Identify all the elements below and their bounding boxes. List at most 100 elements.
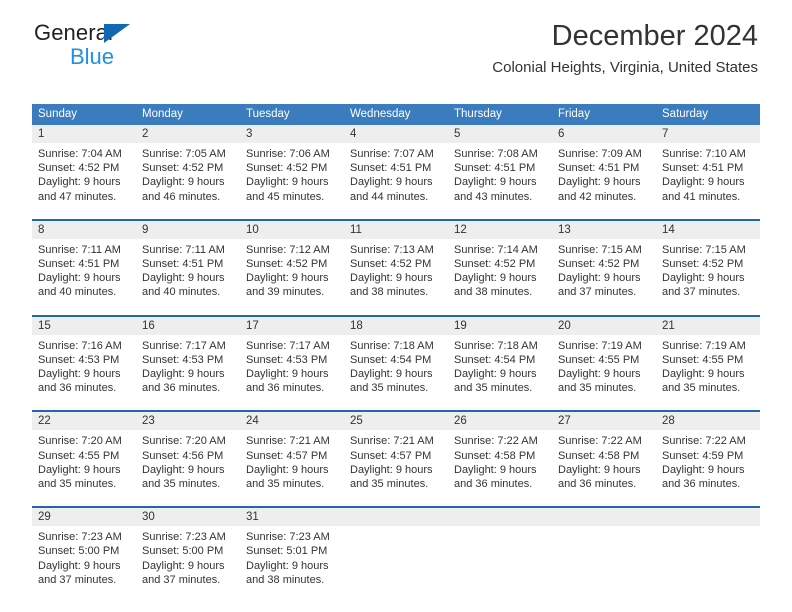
- day-detail-line: Sunset: 4:52 PM: [558, 258, 640, 271]
- day-number[interactable]: 8: [32, 221, 136, 239]
- week-daynumber-band: 22 23 24 25 26 27 28: [32, 412, 760, 431]
- calendar-week-row: 1 2 3 4 5 6 7 Sunrise: 7:04 AM Sunset: 4:52 PM Da…: [32, 125, 760, 210]
- day-cell[interactable]: Sunrise: 7:23 AM Sunset: 5:00 PM Daylight:…: [136, 526, 240, 593]
- day-detail-line: and 36 minutes.: [454, 478, 533, 491]
- day-number[interactable]: 16: [136, 317, 240, 335]
- day-cell[interactable]: Sunrise: 7:23 AM Sunset: 5:00 PM Daylight:…: [32, 526, 136, 593]
- day-number[interactable]: 23: [136, 412, 240, 430]
- day-cell-empty: [656, 526, 760, 593]
- day-cell[interactable]: Sunrise: 7:21 AM Sunset: 4:57 PM Daylight:…: [240, 430, 344, 497]
- day-cell[interactable]: Sunrise: 7:12 AM Sunset: 4:52 PM Daylight:…: [240, 239, 344, 306]
- day-detail-line: and 35 minutes.: [350, 478, 429, 491]
- day-cell[interactable]: Sunrise: 7:11 AM Sunset: 4:51 PM Daylight:…: [136, 239, 240, 306]
- day-detail-line: Daylight: 9 hours: [350, 463, 433, 476]
- day-cell[interactable]: Sunrise: 7:13 AM Sunset: 4:52 PM Daylight:…: [344, 239, 448, 306]
- day-number[interactable]: 22: [32, 412, 136, 430]
- day-detail-line: Sunrise: 7:10 AM: [662, 148, 746, 160]
- day-cell[interactable]: Sunrise: 7:09 AM Sunset: 4:51 PM Daylight:…: [552, 143, 656, 210]
- day-detail-line: and 40 minutes.: [142, 286, 221, 299]
- day-cell[interactable]: Sunrise: 7:19 AM Sunset: 4:55 PM Daylight:…: [552, 335, 656, 402]
- day-number[interactable]: 2: [136, 125, 240, 143]
- day-number[interactable]: 14: [656, 221, 760, 239]
- day-detail-line: Daylight: 9 hours: [246, 559, 329, 572]
- day-cell[interactable]: Sunrise: 7:05 AM Sunset: 4:52 PM Daylight:…: [136, 143, 240, 210]
- day-detail-line: Sunset: 4:57 PM: [246, 449, 328, 462]
- day-detail-line: Sunrise: 7:19 AM: [558, 339, 642, 352]
- day-detail-line: Daylight: 9 hours: [454, 176, 537, 189]
- day-detail-line: Daylight: 9 hours: [558, 368, 641, 381]
- day-detail-line: Sunset: 5:01 PM: [246, 545, 328, 558]
- day-number[interactable]: 7: [656, 125, 760, 143]
- day-cell[interactable]: Sunrise: 7:20 AM Sunset: 4:55 PM Daylight:…: [32, 430, 136, 497]
- day-cell[interactable]: Sunrise: 7:18 AM Sunset: 4:54 PM Daylight:…: [344, 335, 448, 402]
- brand-name-blue: Blue: [70, 44, 115, 69]
- day-cell[interactable]: Sunrise: 7:15 AM Sunset: 4:52 PM Daylight:…: [552, 239, 656, 306]
- day-cell[interactable]: Sunrise: 7:22 AM Sunset: 4:58 PM Daylight:…: [552, 430, 656, 497]
- day-number[interactable]: 4: [344, 125, 448, 143]
- day-detail-line: and 44 minutes.: [350, 190, 429, 203]
- day-cell[interactable]: Sunrise: 7:06 AM Sunset: 4:52 PM Daylight:…: [240, 143, 344, 210]
- day-number[interactable]: 30: [136, 508, 240, 526]
- day-detail-line: Daylight: 9 hours: [454, 272, 537, 285]
- day-number[interactable]: 25: [344, 412, 448, 430]
- day-number[interactable]: 18: [344, 317, 448, 335]
- day-cell[interactable]: Sunrise: 7:04 AM Sunset: 4:52 PM Daylight:…: [32, 143, 136, 210]
- day-cell[interactable]: Sunrise: 7:11 AM Sunset: 4:51 PM Daylight:…: [32, 239, 136, 306]
- day-number[interactable]: 10: [240, 221, 344, 239]
- day-number[interactable]: 13: [552, 221, 656, 239]
- day-cell[interactable]: Sunrise: 7:22 AM Sunset: 4:58 PM Daylight:…: [448, 430, 552, 497]
- day-number[interactable]: 20: [552, 317, 656, 335]
- day-number[interactable]: 28: [656, 412, 760, 430]
- day-detail-line: and 37 minutes.: [662, 286, 741, 299]
- day-number[interactable]: 15: [32, 317, 136, 335]
- day-number-empty: [344, 508, 448, 526]
- day-number[interactable]: 27: [552, 412, 656, 430]
- day-detail-line: and 36 minutes.: [142, 382, 221, 395]
- day-detail-line: Sunset: 4:51 PM: [454, 162, 536, 175]
- day-detail-line: Sunset: 4:54 PM: [350, 353, 432, 366]
- day-detail-line: Sunrise: 7:15 AM: [558, 243, 642, 256]
- calendar-table: Sunday Monday Tuesday Wednesday Thursday Frid…: [32, 104, 760, 594]
- location-subtitle: Colonial Heights, Virginia, United State…: [492, 59, 758, 76]
- day-number[interactable]: 6: [552, 125, 656, 143]
- day-number[interactable]: 21: [656, 317, 760, 335]
- day-cell[interactable]: Sunrise: 7:15 AM Sunset: 4:52 PM Daylight:…: [656, 239, 760, 306]
- day-cell[interactable]: Sunrise: 7:14 AM Sunset: 4:52 PM Daylight:…: [448, 239, 552, 306]
- day-cell[interactable]: Sunrise: 7:22 AM Sunset: 4:59 PM Daylight:…: [656, 430, 760, 497]
- day-cell[interactable]: Sunrise: 7:21 AM Sunset: 4:57 PM Daylight:…: [344, 430, 448, 497]
- weekday-header-wednesday: Wednesday: [350, 108, 411, 120]
- day-detail-line: Sunrise: 7:20 AM: [38, 435, 122, 448]
- day-number[interactable]: 11: [344, 221, 448, 239]
- day-cell[interactable]: Sunrise: 7:23 AM Sunset: 5:01 PM Daylight:…: [240, 526, 344, 593]
- day-detail-line: Daylight: 9 hours: [142, 176, 225, 189]
- calendar-page: General Blue December 2024 Colonial Heig…: [0, 0, 792, 612]
- day-cell[interactable]: Sunrise: 7:10 AM Sunset: 4:51 PM Daylight:…: [656, 143, 760, 210]
- day-cell[interactable]: Sunrise: 7:18 AM Sunset: 4:54 PM Daylight:…: [448, 335, 552, 402]
- day-number[interactable]: 12: [448, 221, 552, 239]
- day-number[interactable]: 29: [32, 508, 136, 526]
- day-detail-line: Sunrise: 7:04 AM: [38, 148, 122, 160]
- day-cell[interactable]: Sunrise: 7:08 AM Sunset: 4:51 PM Daylight:…: [448, 143, 552, 210]
- day-detail-line: Sunrise: 7:15 AM: [662, 243, 746, 256]
- day-cell[interactable]: Sunrise: 7:20 AM Sunset: 4:56 PM Daylight:…: [136, 430, 240, 497]
- day-cell[interactable]: Sunrise: 7:16 AM Sunset: 4:53 PM Daylight:…: [32, 335, 136, 402]
- day-number[interactable]: 9: [136, 221, 240, 239]
- day-number[interactable]: 19: [448, 317, 552, 335]
- brand-logo[interactable]: General Blue: [34, 22, 174, 74]
- day-number[interactable]: 17: [240, 317, 344, 335]
- day-number[interactable]: 24: [240, 412, 344, 430]
- day-detail-line: Sunrise: 7:11 AM: [38, 243, 121, 256]
- day-cell[interactable]: Sunrise: 7:07 AM Sunset: 4:51 PM Daylight:…: [344, 143, 448, 210]
- day-cell[interactable]: Sunrise: 7:17 AM Sunset: 4:53 PM Daylight:…: [240, 335, 344, 402]
- day-number[interactable]: 3: [240, 125, 344, 143]
- day-detail-line: Daylight: 9 hours: [142, 272, 225, 285]
- day-cell[interactable]: Sunrise: 7:17 AM Sunset: 4:53 PM Daylight:…: [136, 335, 240, 402]
- day-detail-line: Sunrise: 7:22 AM: [558, 435, 642, 448]
- calendar-weeks: 1 2 3 4 5 6 7 Sunrise: 7:04 AM Sunset: 4:52 PM Da…: [32, 125, 760, 594]
- day-number[interactable]: 31: [240, 508, 344, 526]
- day-number[interactable]: 1: [32, 125, 136, 143]
- day-cell[interactable]: Sunrise: 7:19 AM Sunset: 4:55 PM Daylight:…: [656, 335, 760, 402]
- day-number[interactable]: 26: [448, 412, 552, 430]
- day-number[interactable]: 5: [448, 125, 552, 143]
- day-detail-line: Sunrise: 7:07 AM: [350, 148, 434, 160]
